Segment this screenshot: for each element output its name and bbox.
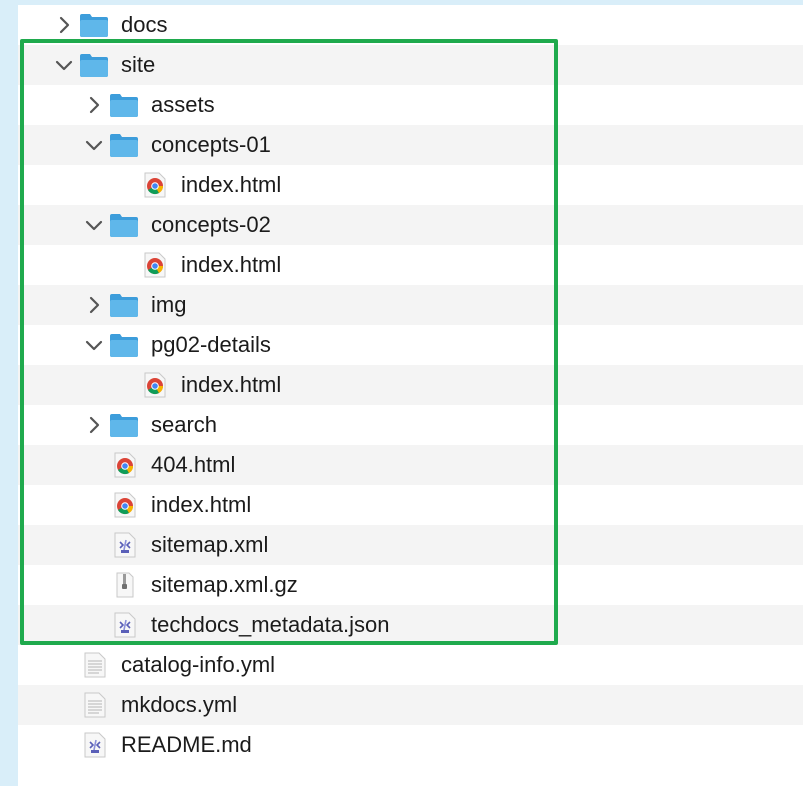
- tree-row-2[interactable]: site: [18, 45, 803, 85]
- tree-row-19[interactable]: README.md: [18, 725, 803, 765]
- folder-icon: [109, 92, 139, 118]
- tree-row-4[interactable]: concepts-01: [18, 125, 803, 165]
- tree-row-label: techdocs_metadata.json: [151, 612, 390, 637]
- tree-row-label: docs: [121, 12, 168, 37]
- chevron-down-icon[interactable]: [85, 336, 103, 354]
- chrome-html-icon: [139, 372, 169, 398]
- tree-row-5[interactable]: index.html: [18, 165, 803, 205]
- tree-row-label: concepts-02: [151, 212, 271, 237]
- tree-row-label: concepts-01: [151, 132, 271, 157]
- tree-row-label: index.html: [181, 252, 282, 277]
- tree-row-14[interactable]: sitemap.xml: [18, 525, 803, 565]
- tree-row-label: search: [151, 412, 218, 437]
- tree-row-1[interactable]: docs: [18, 5, 803, 45]
- chrome-html-icon: [109, 452, 139, 478]
- tree-row-label: index.html: [151, 492, 252, 517]
- tree-row-15[interactable]: sitemap.xml.gz: [18, 565, 803, 605]
- tree-row-label: img: [151, 292, 187, 317]
- tree-row-6[interactable]: concepts-02: [18, 205, 803, 245]
- chevron-down-icon[interactable]: [85, 216, 103, 234]
- folder-icon: [109, 212, 139, 238]
- tree-row-10[interactable]: index.html: [18, 365, 803, 405]
- folder-icon: [79, 12, 109, 38]
- tree-row-13[interactable]: index.html: [18, 485, 803, 525]
- tree-row-label: sitemap.xml.gz: [151, 572, 298, 597]
- tree-row-18[interactable]: mkdocs.yml: [18, 685, 803, 725]
- tree-row-label: sitemap.xml: [151, 532, 269, 557]
- chevron-right-icon[interactable]: [85, 416, 103, 434]
- tree-row-label: README.md: [121, 732, 252, 757]
- folder-icon: [109, 132, 139, 158]
- tree-row-11[interactable]: search: [18, 405, 803, 445]
- tree-row-label: mkdocs.yml: [121, 692, 238, 717]
- chrome-html-icon: [139, 252, 169, 278]
- chevron-right-icon[interactable]: [55, 16, 73, 34]
- xml-file-icon: [79, 732, 109, 758]
- tree-row-label: site: [121, 52, 156, 77]
- tree-row-9[interactable]: pg02-details: [18, 325, 803, 365]
- xml-file-icon: [109, 532, 139, 558]
- chrome-html-icon: [139, 172, 169, 198]
- tree-row-7[interactable]: index.html: [18, 245, 803, 285]
- chevron-right-icon[interactable]: [85, 96, 103, 114]
- file-browser: docs site assets concepts-01 index.html conce…: [18, 5, 803, 786]
- tree-row-16[interactable]: techdocs_metadata.json: [18, 605, 803, 645]
- chevron-down-icon[interactable]: [85, 136, 103, 154]
- tree-row-label: index.html: [181, 172, 282, 197]
- folder-icon: [79, 52, 109, 78]
- chevron-down-icon[interactable]: [55, 56, 73, 74]
- tree-row-3[interactable]: assets: [18, 85, 803, 125]
- tree-row-label: index.html: [181, 372, 282, 397]
- tree-row-label: pg02-details: [151, 332, 271, 357]
- tree-row-label: 404.html: [151, 452, 236, 477]
- folder-icon: [109, 332, 139, 358]
- text-file-icon: [79, 692, 109, 718]
- archive-file-icon: [109, 572, 139, 598]
- tree-row-label: assets: [151, 92, 215, 117]
- tree-row-12[interactable]: 404.html: [18, 445, 803, 485]
- tree-row-8[interactable]: img: [18, 285, 803, 325]
- chrome-html-icon: [109, 492, 139, 518]
- folder-icon: [109, 412, 139, 438]
- tree-row-label: catalog-info.yml: [121, 652, 276, 677]
- chevron-right-icon[interactable]: [85, 296, 103, 314]
- xml-file-icon: [109, 612, 139, 638]
- tree-row-17[interactable]: catalog-info.yml: [18, 645, 803, 685]
- text-file-icon: [79, 652, 109, 678]
- folder-icon: [109, 292, 139, 318]
